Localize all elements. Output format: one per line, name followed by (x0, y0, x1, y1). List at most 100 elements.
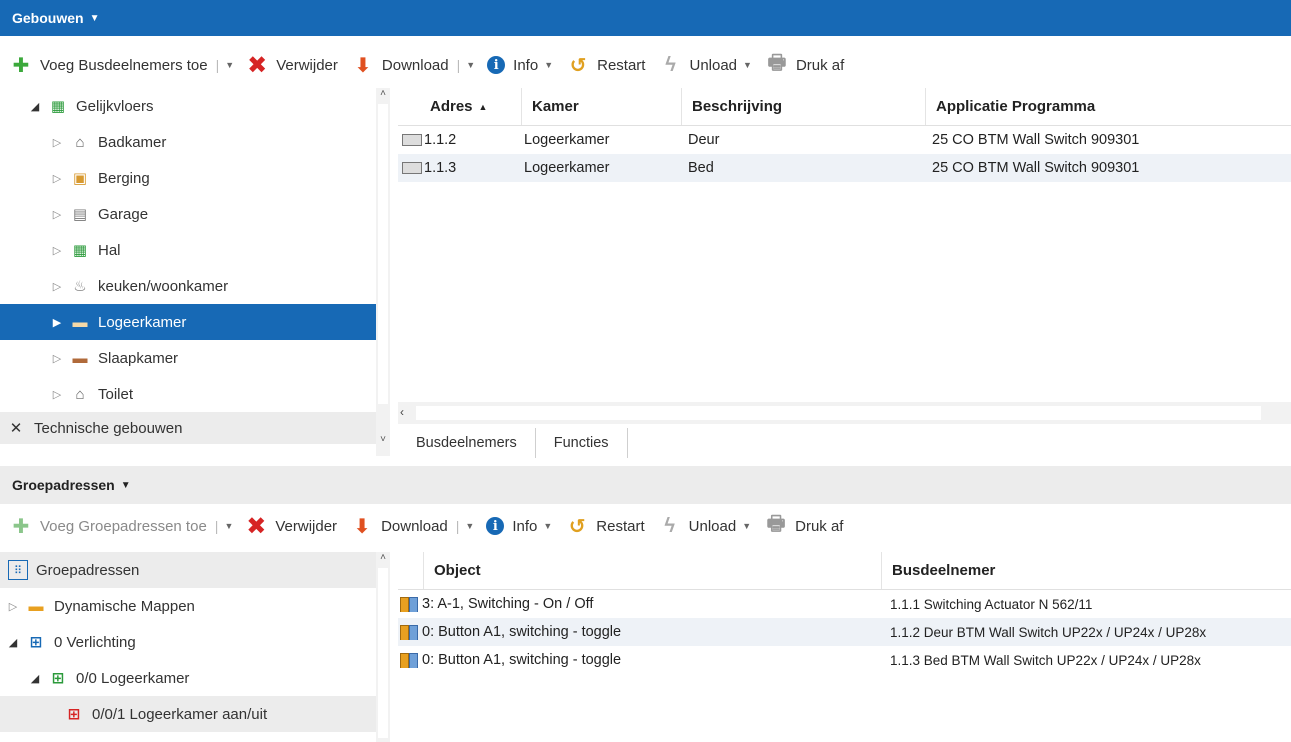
column-header-beschrijving[interactable]: Beschrijving (682, 88, 926, 125)
table-row[interactable]: 1.1.2 Logeerkamer Deur 25 CO BTM Wall Sw… (398, 126, 1291, 154)
toolbar-separator: | (215, 57, 220, 73)
tree-item-technische-gebouwen[interactable]: ✕ Technische gebouwen (0, 412, 376, 444)
group-objects-grid-header: Object Busdeelnemer (398, 552, 1291, 590)
tree-item-0-0-1-logeerkamer-aan-uit[interactable]: ⊞ 0/0/1 Logeerkamer aan/uit (0, 696, 376, 732)
floor-icon: ▦ (50, 98, 66, 115)
add-device-dropdown-icon[interactable]: ▼ (225, 60, 234, 70)
tree-item-keuken-woonkamer[interactable]: ▷ ♨ keuken/woonkamer (0, 268, 376, 304)
scroll-up-icon[interactable]: ˄ (376, 552, 390, 566)
column-header-label: Busdeelnemer (892, 562, 996, 579)
tree-vertical-scrollbar[interactable]: ˄ ˅ (376, 88, 390, 456)
lightning-icon: ϟ (665, 53, 676, 76)
delete-button[interactable]: ✖ Verwijder (246, 52, 338, 79)
info-button[interactable]: i Info ▼ (487, 56, 553, 74)
column-header-adres[interactable]: Adres ▲ (420, 88, 522, 125)
tree-item-label: Berging (98, 169, 150, 187)
print-button[interactable]: 🖶 Druk af (765, 513, 844, 537)
download-icon: ⬇ (353, 515, 371, 538)
download-dropdown-icon[interactable]: ▼ (466, 60, 475, 70)
tree-item-hal[interactable]: ▷ ▦ Hal (0, 232, 376, 268)
group-addresses-icon: ⠿ (8, 560, 28, 580)
scrollbar-thumb[interactable] (416, 406, 1261, 420)
chevron-down-icon: ▼ (742, 521, 752, 531)
tree-item-badkamer[interactable]: ▷ ⌂ Badkamer (0, 124, 376, 160)
info-button[interactable]: i Info ▼ (486, 517, 552, 535)
delete-button[interactable]: ✖ Verwijder (245, 513, 338, 540)
expanded-arrow-icon[interactable]: ◢ (28, 672, 42, 685)
scroll-left-icon[interactable]: ‹ (400, 405, 404, 419)
collapsed-arrow-icon[interactable]: ▶ (50, 316, 64, 329)
info-icon: i (487, 56, 506, 74)
tree-item-logeerkamer[interactable]: ▶ ▬ Logeerkamer (0, 304, 376, 340)
collapsed-arrow-icon[interactable]: ▷ (50, 208, 64, 221)
tree-item-0-0-logeerkamer[interactable]: ◢ ⊞ 0/0 Logeerkamer (0, 660, 376, 696)
add-device-button[interactable]: ✚ Voeg Busdeelnemers toe (10, 54, 208, 77)
tree-item-0-verlichting[interactable]: ◢ ⊞ 0 Verlichting (0, 624, 376, 660)
tree-item-gelijkvloers[interactable]: ◢ ▦ Gelijkvloers (0, 88, 376, 124)
device-cell: 1.1.2 Deur BTM Wall Switch UP22x / UP24x… (890, 624, 1207, 640)
table-row[interactable]: 1.1.3 Logeerkamer Bed 25 CO BTM Wall Swi… (398, 154, 1291, 182)
collapsed-arrow-icon[interactable]: ▷ (6, 600, 20, 613)
tree-item-slaapkamer[interactable]: ▷ ▬ Slaapkamer (0, 340, 376, 376)
delete-label: Verwijder (275, 517, 338, 535)
tree-item-label: keuken/woonkamer (98, 277, 229, 295)
column-header-kamer[interactable]: Kamer (522, 88, 682, 125)
print-button[interactable]: 🖶 Druk af (766, 52, 845, 76)
download-dropdown-icon[interactable]: ▼ (465, 521, 474, 531)
column-header-label: Kamer (532, 98, 579, 115)
tree-vertical-scrollbar[interactable]: ˄ (376, 552, 390, 742)
collapsed-arrow-icon[interactable]: ▷ (50, 172, 64, 185)
add-group-address-label: Voeg Groepadressen toe (40, 517, 207, 535)
devices-grid: Adres ▲ Kamer Beschrijving Applicatie Pr… (398, 88, 1291, 426)
add-group-address-button[interactable]: ✚ Voeg Groepadressen toe (10, 515, 207, 538)
tab-functies[interactable]: Functies (535, 428, 628, 458)
column-header-object[interactable]: Object (424, 552, 882, 589)
table-row[interactable]: 0: Button A1, switching - toggle 1.1.3 B… (398, 646, 1291, 674)
tree-item-label: Hal (98, 241, 121, 259)
expanded-arrow-icon[interactable]: ◢ (28, 100, 42, 113)
tools-icon: ✕ (9, 420, 23, 437)
buildings-panel-header[interactable]: Gebouwen ▼ (0, 0, 1291, 36)
tree-item-garage[interactable]: ▷ ▤ Garage (0, 196, 376, 232)
toolbar-separator: | (455, 518, 460, 534)
chevron-down-icon: ▼ (544, 60, 554, 70)
table-row[interactable]: 0: Button A1, switching - toggle 1.1.2 D… (398, 618, 1291, 646)
download-button[interactable]: ⬇ Download (351, 515, 448, 538)
chevron-down-icon[interactable]: ▼ (90, 13, 100, 24)
application-cell: 25 CO BTM Wall Switch 909301 (932, 160, 1140, 176)
column-header-applicatie-programma[interactable]: Applicatie Programma (926, 88, 1291, 125)
collapsed-arrow-icon[interactable]: ▷ (50, 136, 64, 149)
scrollbar-thumb[interactable] (378, 568, 388, 738)
unload-label: Unload (689, 56, 738, 74)
restart-button[interactable]: ↺ Restart (566, 515, 645, 538)
scroll-down-icon[interactable]: ˅ (376, 434, 390, 448)
tree-item-dynamische-mappen[interactable]: ▷ ▬ Dynamische Mappen (0, 588, 376, 624)
tree-item-toilet[interactable]: ▷ ⌂ Toilet (0, 376, 376, 412)
collapsed-arrow-icon[interactable]: ▷ (50, 388, 64, 401)
tree-item-label: Dynamische Mappen (54, 597, 195, 615)
download-button[interactable]: ⬇ Download (352, 54, 449, 77)
tree-item-label: 0/0 Logeerkamer (76, 669, 190, 687)
column-header-busdeelnemer[interactable]: Busdeelnemer (882, 552, 1291, 589)
expanded-arrow-icon[interactable]: ◢ (6, 636, 20, 649)
toolbar-separator: | (456, 57, 461, 73)
unload-button[interactable]: ϟ Unload ▼ (659, 53, 752, 76)
scroll-up-icon[interactable]: ˄ (376, 88, 390, 102)
chevron-down-icon[interactable]: ▼ (121, 480, 131, 491)
object-cell: 0: Button A1, switching - toggle (398, 624, 882, 641)
group-panel-header[interactable]: Groepadressen ▼ (0, 466, 1291, 504)
collapsed-arrow-icon[interactable]: ▷ (50, 244, 64, 257)
add-group-dropdown-icon[interactable]: ▼ (224, 521, 233, 531)
tree-item-groepadressen[interactable]: ⠿ Groepadressen (0, 552, 376, 588)
device-icon (402, 134, 422, 147)
scrollbar-thumb[interactable] (378, 104, 388, 404)
unload-button[interactable]: ϟ Unload ▼ (659, 515, 751, 537)
column-header-label: Adres (430, 98, 473, 115)
restart-button[interactable]: ↺ Restart (567, 54, 646, 77)
table-row[interactable]: 3: A-1, Switching - On / Off 1.1.1 Switc… (398, 590, 1291, 618)
tree-item-berging[interactable]: ▷ ▣ Berging (0, 160, 376, 196)
collapsed-arrow-icon[interactable]: ▷ (50, 280, 64, 293)
tab-busdeelnemers[interactable]: Busdeelnemers (398, 428, 536, 458)
grid-horizontal-scrollbar[interactable]: ‹ (398, 402, 1291, 424)
collapsed-arrow-icon[interactable]: ▷ (50, 352, 64, 365)
